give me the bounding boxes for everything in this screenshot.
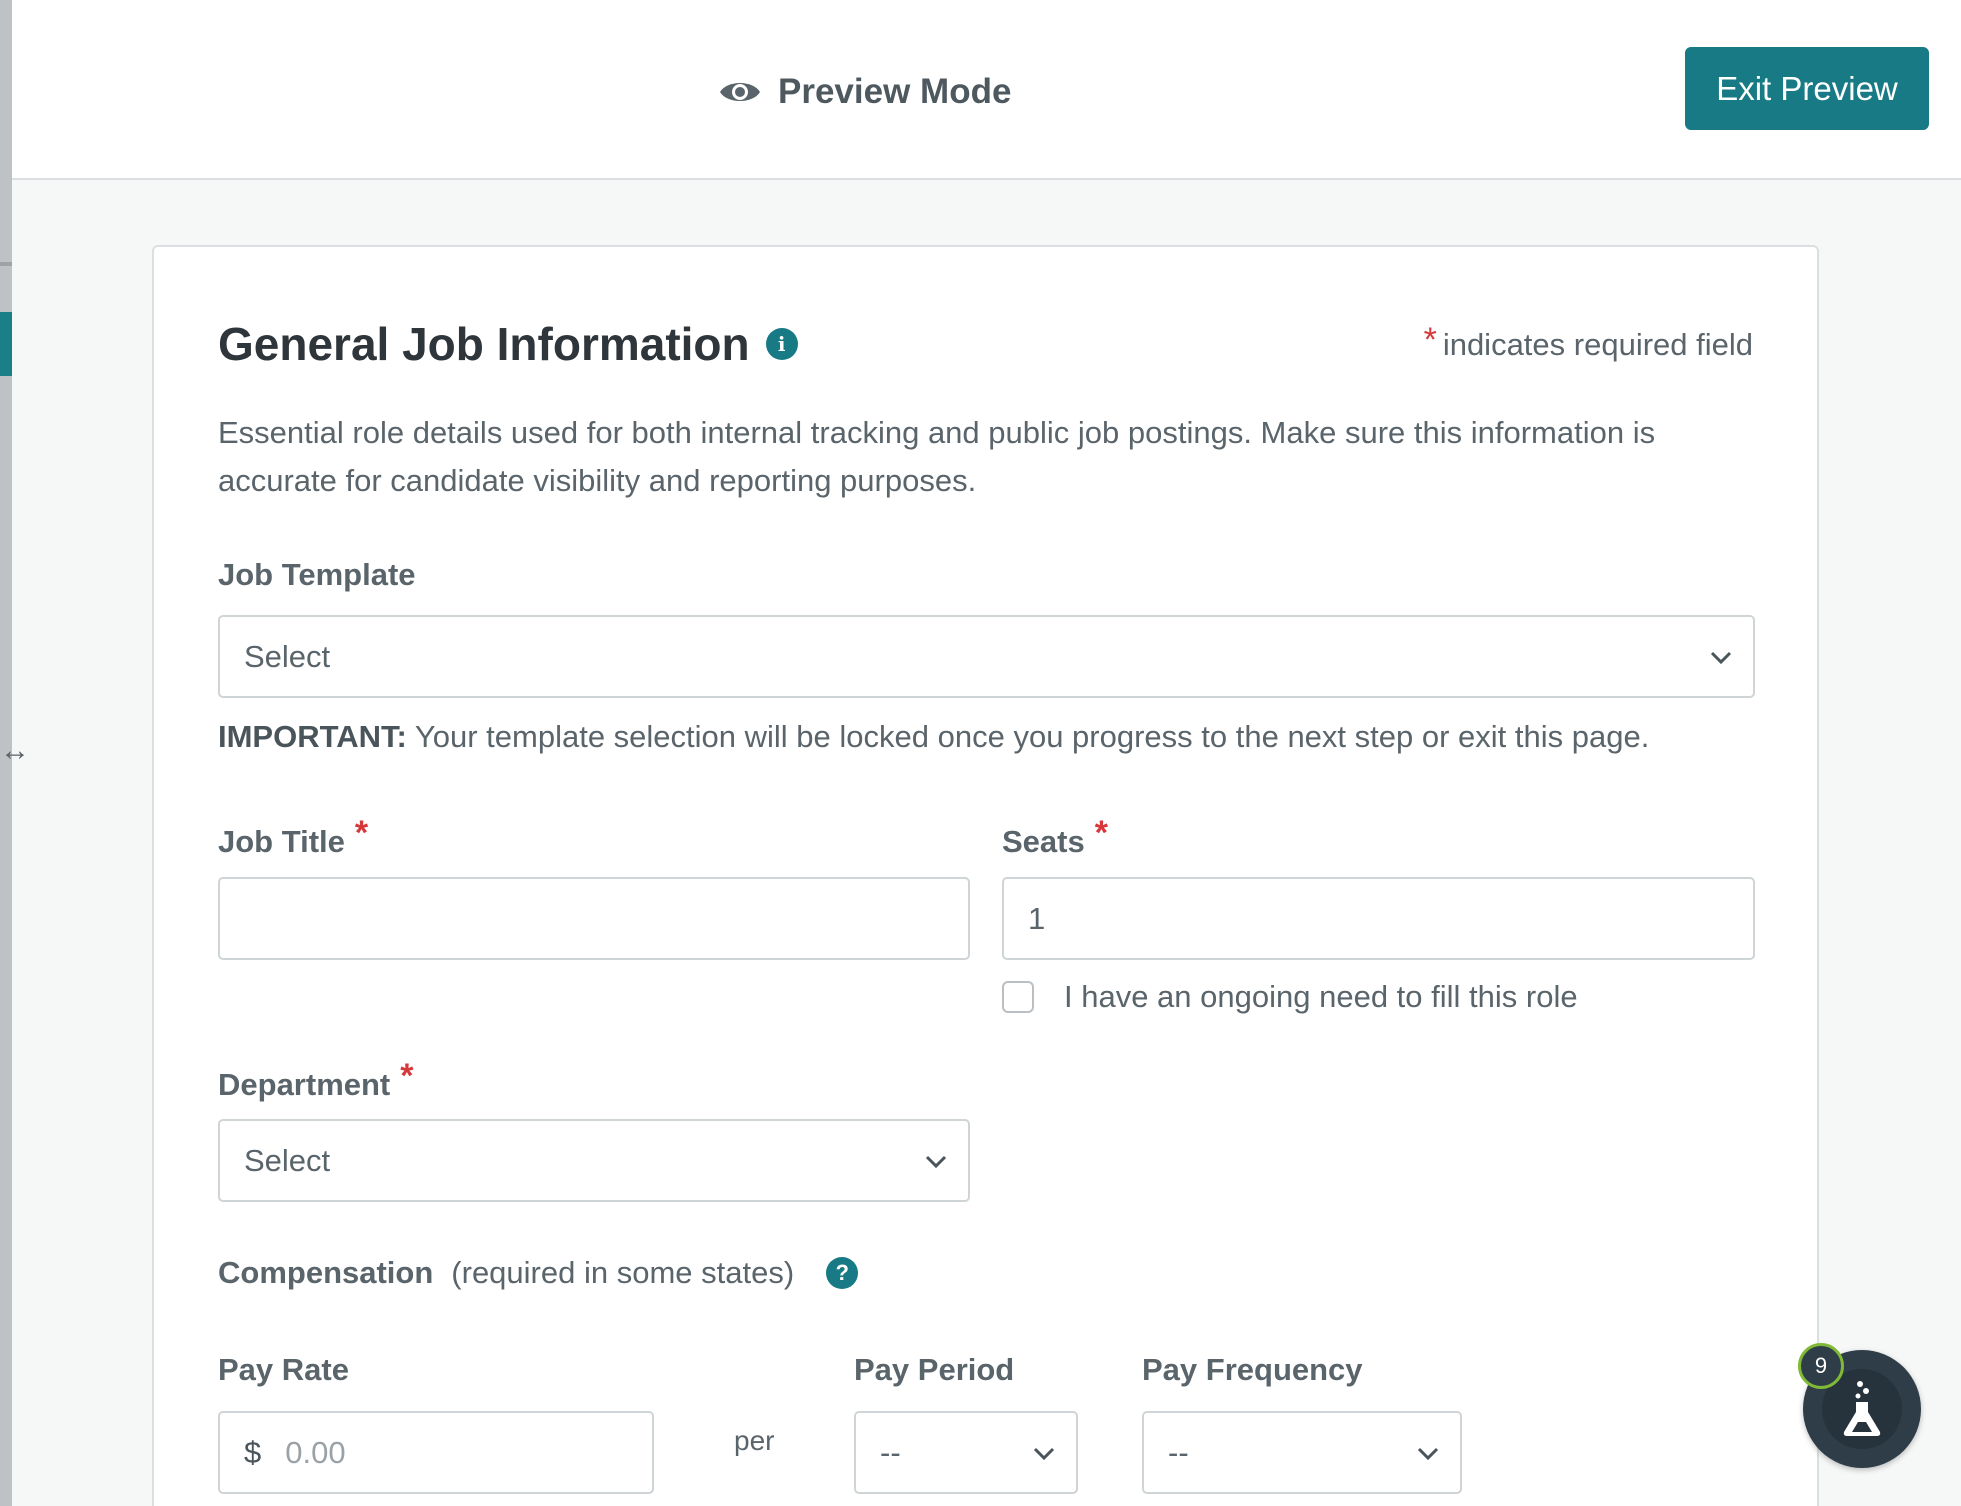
seats-label-text: Seats — [1002, 824, 1085, 859]
job-title-input[interactable] — [218, 877, 970, 960]
department-select[interactable]: Select — [218, 1119, 970, 1202]
job-title-label-text: Job Title — [218, 824, 345, 859]
important-text: Your template selection will be locked o… — [406, 719, 1650, 754]
chevron-down-icon — [1033, 1447, 1055, 1461]
flask-icon — [1843, 1381, 1881, 1436]
general-job-information-card: General Job Information i * indicates req… — [152, 245, 1819, 1506]
required-asterisk: * — [400, 1057, 414, 1095]
required-note-text: indicates required field — [1442, 327, 1753, 362]
compensation-heading: Compensation (required in some states) ? — [218, 1255, 859, 1291]
required-asterisk: * — [1423, 321, 1437, 359]
info-icon[interactable]: i — [765, 328, 798, 360]
pay-rate-input[interactable]: $ 0.00 — [218, 1411, 654, 1494]
sidebar-divider — [0, 262, 12, 266]
job-template-label: Job Template — [218, 557, 416, 592]
pay-period-value: -- — [880, 1434, 901, 1470]
required-field-note: * indicates required field — [1424, 321, 1753, 363]
help-icon[interactable]: ? — [826, 1257, 859, 1289]
chevron-down-icon — [1710, 651, 1732, 665]
seats-value: 1 — [1028, 900, 1046, 936]
department-value: Select — [244, 1142, 331, 1178]
pay-frequency-select[interactable]: -- — [1142, 1411, 1462, 1494]
ongoing-need-row[interactable]: I have an ongoing need to fill this role — [1002, 979, 1578, 1015]
required-asterisk: * — [1094, 814, 1108, 852]
exit-preview-button[interactable]: Exit Preview — [1685, 47, 1929, 130]
eye-icon — [720, 83, 760, 101]
seats-label: Seats * — [1002, 814, 1114, 860]
job-template-select[interactable]: Select — [218, 615, 1755, 698]
ongoing-need-label: I have an ongoing need to fill this role — [1064, 979, 1578, 1014]
department-label: Department * — [218, 1057, 420, 1103]
seats-input[interactable]: 1 — [1002, 877, 1755, 960]
card-title: General Job Information i — [218, 317, 798, 371]
required-asterisk: * — [354, 814, 369, 852]
compensation-label: Compensation — [218, 1255, 434, 1290]
pay-rate-placeholder: 0.00 — [285, 1434, 346, 1470]
preview-mode-indicator: Preview Mode — [718, 64, 1011, 120]
template-lock-notice: IMPORTANT: Your template selection will … — [218, 719, 1649, 755]
pay-frequency-value: -- — [1168, 1434, 1189, 1470]
notification-count-badge: 9 — [1798, 1343, 1844, 1389]
pay-period-select[interactable]: -- — [854, 1411, 1078, 1494]
pay-rate-label: Pay Rate — [218, 1352, 349, 1387]
department-label-text: Department — [218, 1067, 391, 1102]
job-template-value: Select — [244, 638, 331, 674]
job-title-label: Job Title * — [218, 814, 374, 860]
per-label: per — [734, 1425, 775, 1456]
important-prefix: IMPORTANT: — [218, 719, 407, 754]
pay-period-label: Pay Period — [854, 1352, 1015, 1387]
chevron-down-icon — [925, 1155, 947, 1169]
pay-frequency-label: Pay Frequency — [1142, 1352, 1363, 1387]
preview-mode-label: Preview Mode — [778, 72, 1012, 111]
sidebar-active-tab[interactable] — [0, 312, 12, 376]
compensation-note: (required in some states) — [451, 1255, 795, 1290]
currency-symbol: $ — [244, 1434, 262, 1470]
chevron-down-icon — [1417, 1447, 1439, 1461]
resize-arrows-icon[interactable]: ↔ — [0, 736, 30, 766]
app-sidebar-edge: ↔ — [0, 0, 30, 1506]
preview-bar: Preview Mode Exit Preview — [12, 0, 1961, 180]
ongoing-need-checkbox[interactable] — [1002, 981, 1034, 1013]
card-description: Essential role details used for both int… — [218, 415, 1656, 498]
card-title-text: General Job Information — [218, 318, 750, 370]
